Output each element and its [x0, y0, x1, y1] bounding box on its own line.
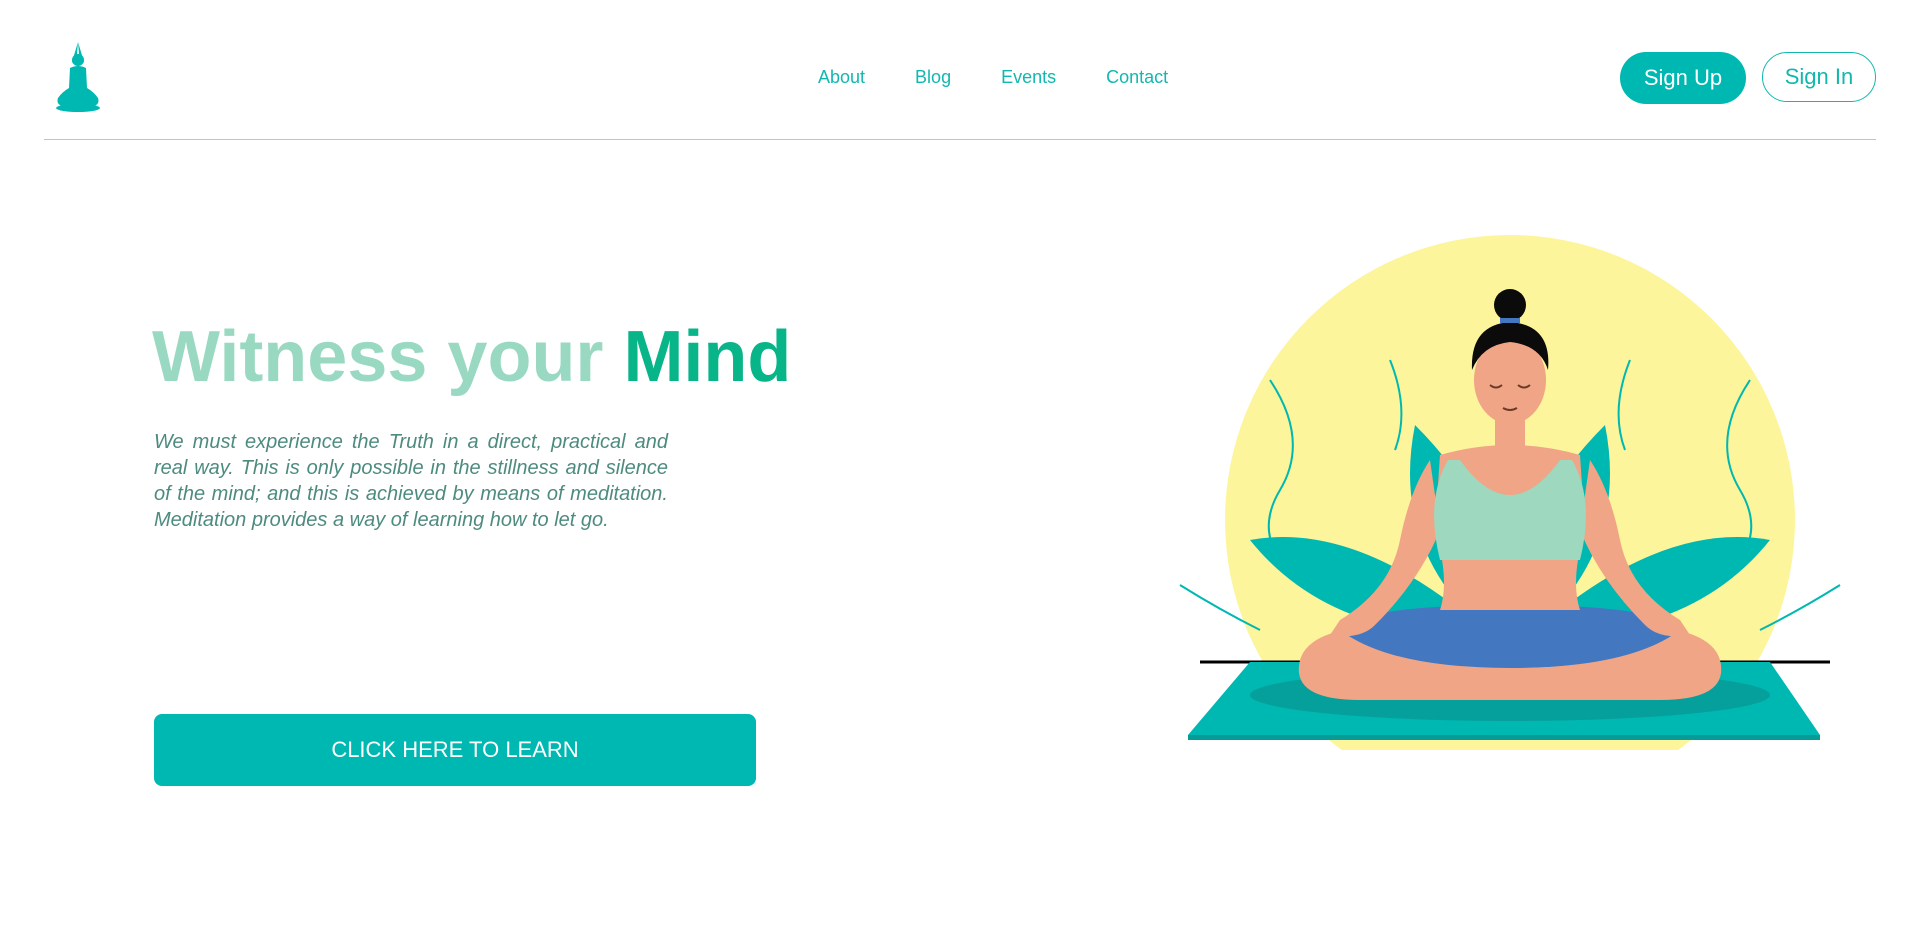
- meditating-woman-illustration: [1179, 235, 1841, 750]
- hair-tie: [1500, 318, 1520, 323]
- hero-paragraph: We must experience the Truth in a direct…: [154, 431, 668, 531]
- nav-blog[interactable]: Blog: [915, 67, 951, 88]
- nav-events[interactable]: Events: [1001, 67, 1056, 88]
- top-header: About Blog Events Contact Sign Up Sign I…: [44, 0, 1876, 140]
- meditation-logo-icon[interactable]: [54, 40, 102, 112]
- main-nav: About Blog Events Contact: [818, 67, 1218, 88]
- nav-about[interactable]: About: [818, 67, 865, 88]
- nav-contact[interactable]: Contact: [1106, 67, 1168, 88]
- hero-title: Witness your Mind: [152, 316, 791, 398]
- hero-title-light: Witness your: [152, 317, 624, 397]
- sign-up-button[interactable]: Sign Up: [1620, 52, 1746, 104]
- hero-title-strong: Mind: [623, 317, 792, 397]
- sign-in-button[interactable]: Sign In: [1762, 52, 1876, 102]
- learn-more-button[interactable]: CLICK HERE TO LEARN: [154, 714, 756, 786]
- yoga-mat-edge: [1188, 735, 1820, 740]
- hair-bun: [1494, 289, 1526, 321]
